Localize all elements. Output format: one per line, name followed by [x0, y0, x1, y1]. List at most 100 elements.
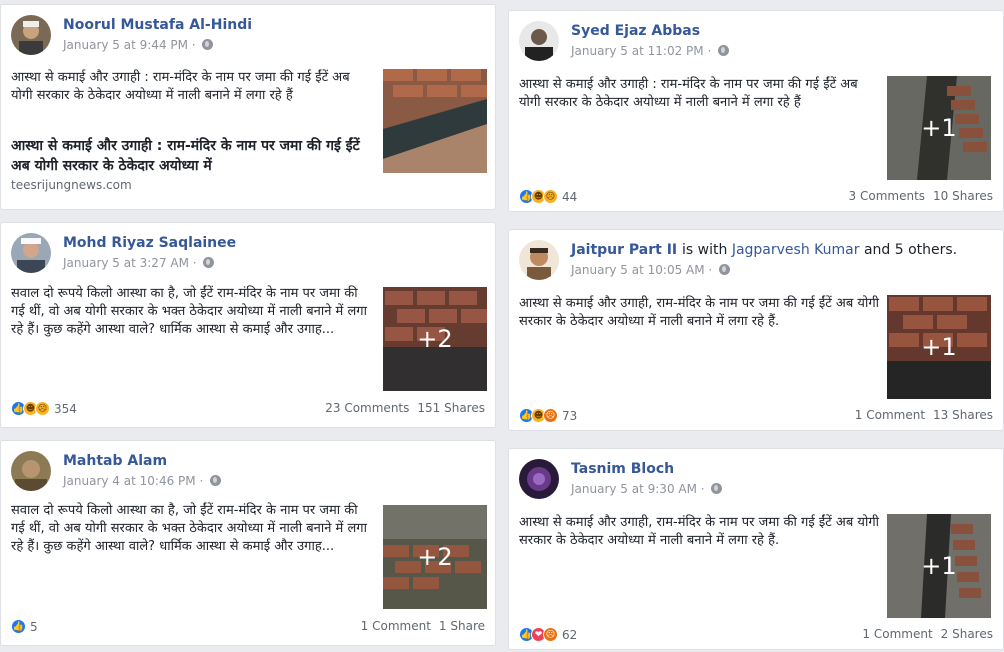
post-card: Jaitpur Part II is with Jagparvesh Kumar… — [508, 229, 1004, 431]
post-meta: January 5 at 9:30 AM · — [571, 482, 723, 496]
avatar[interactable] — [519, 21, 559, 61]
tagged-person-link[interactable]: Jagparvesh Kumar — [732, 242, 860, 258]
engagement-counts: 1 Comment 1 Share — [361, 619, 485, 633]
shares-link[interactable]: 151 Shares — [417, 401, 485, 415]
comments-link[interactable]: 1 Comment — [855, 408, 925, 422]
reactions[interactable]: 👍 ☻ ☹ 354 — [11, 401, 77, 416]
link-domain[interactable]: teesrijungnews.com — [11, 178, 132, 192]
shares-link[interactable]: 1 Share — [439, 619, 485, 633]
author-name[interactable]: Noorul Mustafa Al-Hindi — [63, 17, 252, 33]
reaction-count: 62 — [562, 627, 578, 642]
shares-link[interactable]: 10 Shares — [933, 189, 993, 203]
post-meta: January 5 at 3:27 AM · — [63, 256, 215, 270]
more-photos-count: +1 — [887, 76, 991, 180]
with-prefix: is with — [682, 242, 728, 258]
reactions[interactable]: 👍 ☻ ☹ 73 — [519, 408, 577, 423]
author-name: Jaitpur Part II is with Jagparvesh Kumar… — [571, 242, 957, 258]
globe-icon — [202, 39, 214, 50]
avatar[interactable] — [11, 15, 51, 55]
photo-thumbnail[interactable]: +2 — [383, 505, 487, 609]
post-time[interactable]: January 5 at 11:02 PM — [571, 44, 704, 58]
tagged-with: is with Jagparvesh Kumar and 5 others. — [682, 242, 957, 258]
more-photos-count: +1 — [887, 514, 991, 618]
comments-link[interactable]: 23 Comments — [325, 401, 409, 415]
post-card: Syed Ejaz Abbas January 5 at 11:02 PM · … — [508, 10, 1004, 212]
reaction-count: 5 — [30, 619, 38, 634]
engagement-counts: 1 Comment 2 Shares — [862, 627, 993, 641]
avatar[interactable] — [11, 451, 51, 491]
engagement-counts: 1 Comment 13 Shares — [855, 408, 993, 422]
author-name[interactable]: Syed Ejaz Abbas — [571, 23, 700, 39]
post-meta: January 5 at 9:44 PM · — [63, 38, 214, 52]
post-footer: 👍 ❤ ☹ 62 1 Comment 2 Shares — [519, 627, 993, 645]
post-time[interactable]: January 5 at 3:27 AM — [63, 256, 189, 270]
post-header: Tasnim Bloch January 5 at 9:30 AM · — [519, 459, 989, 499]
post-time[interactable]: January 5 at 10:05 AM — [571, 263, 705, 277]
post-text: आस्था से कमाई और उगाही, राम-मंदिर के नाम… — [519, 296, 880, 329]
author-name[interactable]: Mohd Riyaz Saqlainee — [63, 235, 236, 251]
reactions[interactable]: 👍 5 — [11, 619, 38, 634]
reaction-count: 73 — [562, 408, 578, 423]
reactions[interactable]: 👍 ☻ ☹ 44 — [519, 189, 577, 204]
comments-link[interactable]: 3 Comments — [849, 189, 926, 203]
post-footer: 👍 5 1 Comment 1 Share — [11, 619, 485, 637]
globe-icon — [711, 483, 723, 494]
globe-icon — [210, 475, 222, 486]
post-card: Noorul Mustafa Al-Hindi January 5 at 9:4… — [0, 4, 496, 210]
comments-link[interactable]: 1 Comment — [862, 627, 932, 641]
comments-link[interactable]: 1 Comment — [361, 619, 431, 633]
more-photos-count: +2 — [383, 287, 487, 391]
link-title[interactable]: आस्था से कमाई और उगाही : राम-मंदिर के ना… — [11, 136, 373, 176]
more-photos-count: +1 — [887, 295, 991, 399]
post-text: सवाल दो रूपये किलो आस्था का है, जो ईंटें… — [11, 503, 367, 554]
shares-link[interactable]: 2 Shares — [941, 627, 993, 641]
photo-thumbnail[interactable]: +1 — [887, 514, 991, 618]
angry-reaction-icon: ☹ — [543, 408, 558, 423]
photo-thumbnail[interactable]: +1 — [887, 295, 991, 399]
post-meta: January 5 at 11:02 PM · — [571, 44, 730, 58]
post-header: Jaitpur Part II is with Jagparvesh Kumar… — [519, 240, 989, 280]
post-header: Noorul Mustafa Al-Hindi January 5 at 9:4… — [11, 15, 481, 55]
shares-link[interactable]: 13 Shares — [933, 408, 993, 422]
author-link[interactable]: Jaitpur Part II — [571, 242, 677, 258]
post-time[interactable]: January 5 at 9:44 PM — [63, 38, 188, 52]
photo-thumbnail[interactable]: +1 — [887, 76, 991, 180]
post-text: आस्था से कमाई और उगाही : राम-मंदिर के ना… — [11, 70, 350, 103]
avatar[interactable] — [519, 459, 559, 499]
post-time[interactable]: January 5 at 9:30 AM — [571, 482, 697, 496]
post-text: आस्था से कमाई और उगाही, राम-मंदिर के नाम… — [519, 515, 880, 548]
post-time[interactable]: January 4 at 10:46 PM — [63, 474, 196, 488]
post-card: Mohd Riyaz Saqlainee January 5 at 3:27 A… — [0, 222, 496, 428]
author-name[interactable]: Mahtab Alam — [63, 453, 167, 469]
reaction-count: 44 — [562, 189, 578, 204]
post-footer: 👍 ☻ ☹ 354 23 Comments 151 Shares — [11, 401, 485, 419]
post-header: Syed Ejaz Abbas January 5 at 11:02 PM · — [519, 21, 989, 61]
globe-icon — [718, 45, 730, 56]
post-header: Mohd Riyaz Saqlainee January 5 at 3:27 A… — [11, 233, 481, 273]
post-text: आस्था से कमाई और उगाही : राम-मंदिर के ना… — [519, 77, 858, 110]
post-card: Tasnim Bloch January 5 at 9:30 AM · आस्थ… — [508, 448, 1004, 650]
reaction-count: 354 — [54, 401, 77, 416]
avatar[interactable] — [11, 233, 51, 273]
post-header: Mahtab Alam January 4 at 10:46 PM · — [11, 451, 481, 491]
like-reaction-icon: 👍 — [11, 619, 26, 634]
with-suffix[interactable]: and 5 others. — [864, 242, 957, 258]
globe-icon — [719, 264, 731, 275]
avatar[interactable] — [519, 240, 559, 280]
post-meta: January 4 at 10:46 PM · — [63, 474, 222, 488]
sad-reaction-icon: ☹ — [35, 401, 50, 416]
reactions[interactable]: 👍 ❤ ☹ 62 — [519, 627, 577, 642]
sad-reaction-icon: ☹ — [543, 189, 558, 204]
post-card: Mahtab Alam January 4 at 10:46 PM · सवाल… — [0, 440, 496, 646]
post-footer: 👍 ☻ ☹ 44 3 Comments 10 Shares — [519, 189, 993, 207]
angry-reaction-icon: ☹ — [543, 627, 558, 642]
post-footer: 👍 ☻ ☹ 73 1 Comment 13 Shares — [519, 408, 993, 426]
link-thumbnail[interactable] — [383, 69, 487, 173]
author-name[interactable]: Tasnim Bloch — [571, 461, 674, 477]
photo-thumbnail[interactable]: +2 — [383, 287, 487, 391]
engagement-counts: 23 Comments 151 Shares — [325, 401, 485, 415]
globe-icon — [203, 257, 215, 268]
post-meta: January 5 at 10:05 AM · — [571, 263, 731, 277]
engagement-counts: 3 Comments 10 Shares — [849, 189, 993, 203]
post-text: सवाल दो रूपये किलो आस्था का है, जो ईंटें… — [11, 286, 367, 337]
